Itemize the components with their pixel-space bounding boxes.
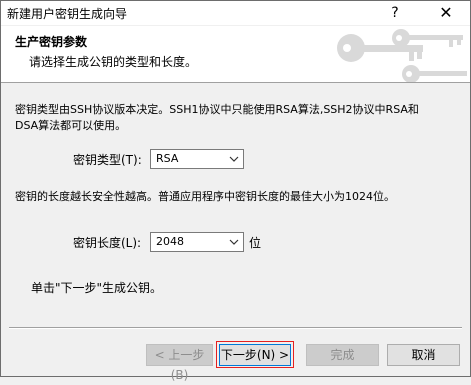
key-length-unit: 位	[249, 236, 262, 250]
intro-text: 密钥类型由SSH协议版本决定。SSH1协议中只能使用RSA算法,SSH2协议中R…	[15, 102, 465, 134]
key-length-value: 2048	[156, 235, 184, 248]
key-type-select[interactable]: RSA	[150, 149, 244, 169]
help-button[interactable]: ?	[375, 1, 415, 25]
key-length-select[interactable]: 2048	[150, 232, 244, 252]
back-button[interactable]: < 上一步(B)	[146, 344, 213, 382]
chevron-down-icon	[229, 239, 239, 245]
chevron-down-icon	[229, 156, 239, 162]
key-type-value: RSA	[156, 152, 179, 165]
page-subtitle: 请选择生成公钥的类型和长度。	[29, 55, 198, 69]
title-bar: 新建用户密钥生成向导 ? ✕	[1, 1, 470, 25]
footer-note: 单击"下一步"生成公钥。	[31, 281, 163, 295]
cancel-button[interactable]: 取消	[387, 344, 460, 366]
wizard-window: 新建用户密钥生成向导 ? ✕ 生产密钥参数 请选择生成公钥的类型和长度。 密钥类…	[0, 0, 471, 382]
finish-button[interactable]: 完成	[306, 344, 379, 366]
page-title: 生产密钥参数	[15, 35, 88, 49]
next-button[interactable]: 下一步(N) >	[219, 344, 291, 366]
wizard-header: 生产密钥参数 请选择生成公钥的类型和长度。	[1, 26, 470, 83]
close-button[interactable]: ✕	[424, 1, 468, 25]
key-length-label: 密钥长度(L):	[73, 236, 142, 250]
divider	[9, 327, 462, 329]
intro-line-1: 密钥类型由SSH协议版本决定。SSH1协议中只能使用RSA算法,SSH2协议中R…	[15, 103, 419, 116]
key-type-label: 密钥类型(T):	[73, 153, 142, 167]
window-title: 新建用户密钥生成向导	[7, 7, 128, 21]
length-note: 密钥的长度越长安全性越高。普通应用程序中密钥长度的最佳大小为1024位。	[15, 190, 395, 203]
intro-line-2: DSA算法都可以使用。	[15, 119, 127, 132]
keys-icon	[337, 29, 467, 82]
